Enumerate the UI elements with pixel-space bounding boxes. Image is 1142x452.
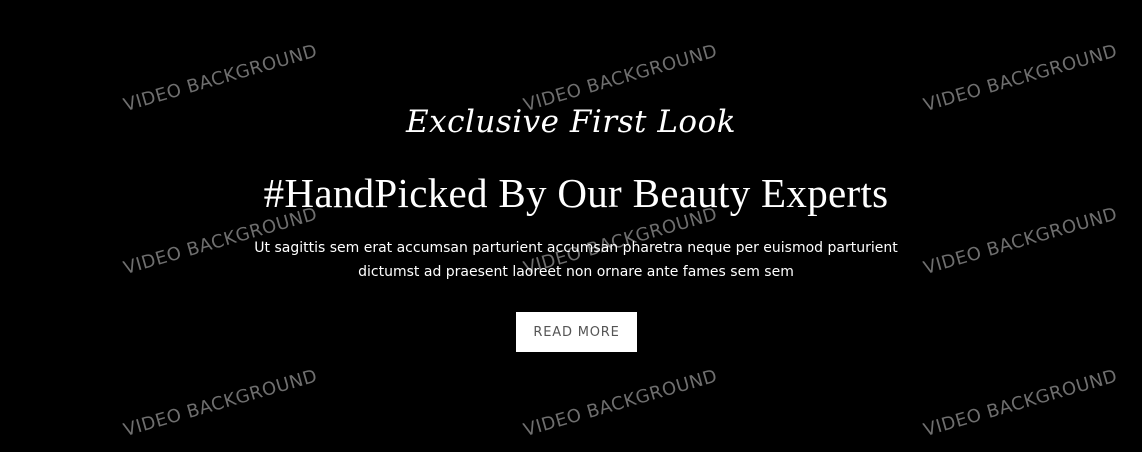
hero-eyebrow: Exclusive First Look <box>405 104 737 140</box>
hero-section: Exclusive First Look #HandPicked By Our … <box>0 0 1142 452</box>
read-more-button[interactable]: READ MORE <box>516 312 637 352</box>
hero-description: Ut sagittis sem erat accumsan parturient… <box>254 240 898 280</box>
hero-headline: #HandPicked By Our Beauty Experts <box>263 170 889 216</box>
